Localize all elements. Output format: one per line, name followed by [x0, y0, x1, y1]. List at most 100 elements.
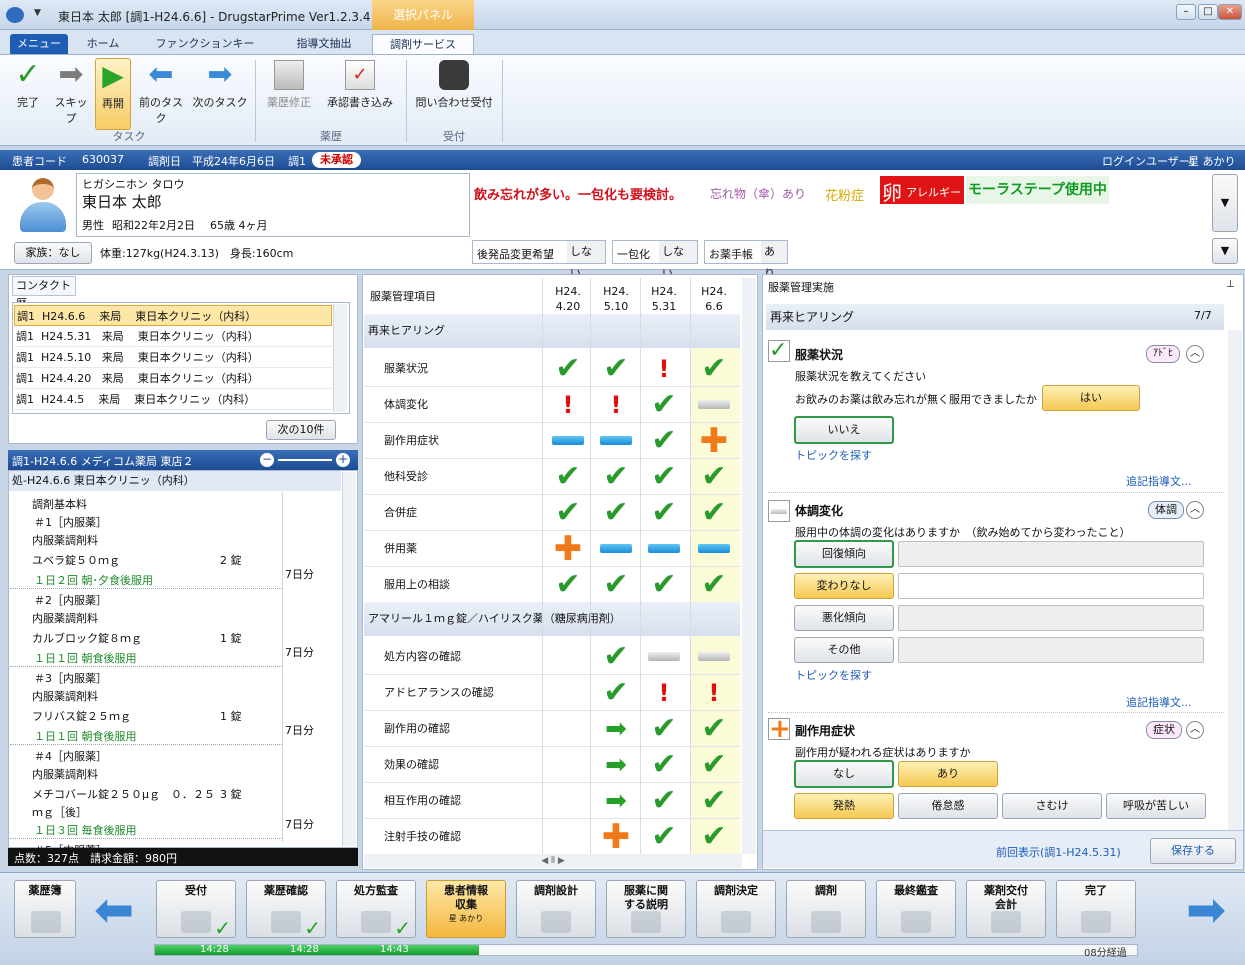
grid-cell[interactable]: ✚ — [594, 820, 638, 854]
more-guidance-link[interactable]: 追記指導文... — [1126, 694, 1192, 710]
resume-button[interactable]: ▶ 再開 — [95, 58, 131, 130]
contact-tab[interactable]: コンタクト歴 — [12, 276, 76, 310]
task-step-button[interactable]: 最終鑑査 — [876, 880, 956, 938]
flags-expand-button[interactable]: ▼ — [1212, 238, 1238, 264]
grid-cell[interactable]: ✚ — [692, 424, 736, 458]
task-step-button[interactable]: 薬剤交付 会計 — [966, 880, 1046, 938]
alerts-expand-button[interactable]: ▼ — [1212, 174, 1238, 232]
q3-none-button[interactable]: なし — [794, 760, 894, 788]
previous-display-link[interactable]: 前回表示(調1-H24.5.31) — [996, 844, 1121, 860]
q2-collapse-icon[interactable]: ︿ — [1186, 501, 1204, 519]
grid-cell[interactable]: ✔ — [594, 568, 638, 602]
grid-cell[interactable]: ✔ — [642, 568, 686, 602]
grid-cell[interactable] — [642, 640, 686, 674]
quick-access-icon[interactable]: ▼ — [34, 8, 41, 18]
topic-link[interactable]: トピックを探す — [795, 667, 872, 683]
grid-cell[interactable] — [546, 712, 590, 746]
list-item[interactable]: 調1 H24.5.31 来局 東日本クリニッ（内科） — [14, 326, 332, 347]
tab-home[interactable]: ホーム — [74, 34, 132, 54]
history-book-button[interactable]: 薬歴簿 — [14, 880, 76, 938]
q2-input[interactable] — [898, 573, 1204, 599]
grid-cell[interactable]: ✔ — [546, 496, 590, 530]
minimize-icon[interactable]: – — [1176, 4, 1196, 20]
grid-cell[interactable]: ✔ — [642, 712, 686, 746]
grid-cell[interactable]: ✔ — [642, 460, 686, 494]
next-task-button[interactable]: ➡ 次のタスク — [192, 58, 248, 128]
grid-cell[interactable]: ! — [642, 352, 686, 386]
grid-cell[interactable]: ! — [546, 388, 590, 422]
grid-cell[interactable] — [546, 640, 590, 674]
zoom-plus-icon[interactable]: + — [336, 453, 350, 467]
next-10-button[interactable]: 次の10件 — [266, 420, 336, 440]
symptom-button[interactable]: さむけ — [1002, 793, 1102, 819]
q2-input[interactable] — [898, 605, 1204, 631]
zoom-minus-icon[interactable]: − — [260, 453, 274, 467]
grid-cell[interactable]: ✔ — [642, 784, 686, 818]
grid-cell[interactable]: ✔ — [642, 748, 686, 782]
grid-cell[interactable] — [546, 424, 590, 458]
rx-scrollbar[interactable] — [342, 472, 356, 846]
q2-input[interactable] — [898, 637, 1204, 663]
q3-collapse-icon[interactable]: ︿ — [1186, 721, 1204, 739]
grid-cell[interactable]: ✔ — [692, 784, 736, 818]
grid-cell[interactable]: ✔ — [546, 460, 590, 494]
grid-cell[interactable]: ➡ — [594, 748, 638, 782]
grid-cell[interactable]: ! — [594, 388, 638, 422]
task-step-button[interactable]: 服薬に関 する説明 — [606, 880, 686, 938]
grid-cell[interactable]: ✔ — [692, 460, 736, 494]
grid-cell[interactable]: ➡ — [594, 784, 638, 818]
grid-cell[interactable] — [546, 820, 590, 854]
history-fix-button[interactable]: 薬歴修正 — [260, 58, 318, 128]
task-step-button[interactable]: 調剤設計 — [516, 880, 596, 938]
grid-cell[interactable] — [546, 748, 590, 782]
zoom-slider[interactable] — [278, 459, 332, 461]
grid-cell[interactable]: ✔ — [546, 568, 590, 602]
grid-cell[interactable] — [692, 388, 736, 422]
q2-option[interactable]: その他 — [794, 637, 894, 663]
prev-task-button[interactable]: ⬅ 前のタスク — [134, 58, 188, 128]
grid-cell[interactable]: ✔ — [594, 640, 638, 674]
list-item[interactable]: 調1 H24.6.6 来局 東日本クリニッ（内科） — [14, 305, 332, 326]
tab-dispensing[interactable]: 調剤サービス — [372, 34, 474, 54]
grid-cell[interactable]: ✔ — [594, 352, 638, 386]
q2-option[interactable]: 変わりなし — [794, 573, 894, 599]
more-guidance-link[interactable]: 追記指導文... — [1126, 473, 1192, 489]
topic-link[interactable]: トピックを探す — [795, 447, 872, 463]
task-step-button[interactable]: 調剤決定 — [696, 880, 776, 938]
family-button[interactable]: 家族：なし — [14, 242, 92, 264]
grid-cell[interactable] — [594, 424, 638, 458]
inquiry-receive-button[interactable]: 問い合わせ受付 — [410, 58, 498, 128]
q2-input[interactable] — [898, 541, 1204, 567]
list-item[interactable]: 調1 H24.5.10 来局 東日本クリニッ（内科） — [14, 347, 332, 368]
grid-cell[interactable]: ✔ — [594, 460, 638, 494]
grid-cell[interactable]: ✔ — [642, 820, 686, 854]
grid-cell[interactable]: ✚ — [546, 532, 590, 566]
grid-cell[interactable] — [692, 640, 736, 674]
skip-button[interactable]: ➡ スキップ — [50, 58, 92, 128]
contact-scrollbar[interactable] — [333, 304, 347, 412]
grid-cell[interactable] — [546, 784, 590, 818]
grid-cell[interactable]: ✔ — [642, 388, 686, 422]
task-next-arrow-icon[interactable]: ➡ — [1186, 886, 1226, 934]
grid-cell[interactable]: ✔ — [642, 496, 686, 530]
grid-cell[interactable] — [692, 532, 736, 566]
task-step-button[interactable]: 患者情報 収集星 あかり — [426, 880, 506, 938]
grid-cell[interactable]: ! — [642, 676, 686, 710]
task-step-button[interactable]: 受付 ✓ — [156, 880, 236, 938]
symptom-button[interactable]: 呼吸が苦しい — [1106, 793, 1206, 819]
grid-cell[interactable]: ! — [692, 676, 736, 710]
grid-cell[interactable] — [642, 532, 686, 566]
close-icon[interactable]: ✕ — [1218, 4, 1242, 20]
grid-cell[interactable] — [546, 676, 590, 710]
grid-cell[interactable]: ✔ — [546, 352, 590, 386]
grid-hscrollbar[interactable]: ◀ ⦀ ▶ — [364, 854, 742, 868]
no-button[interactable]: いいえ — [794, 416, 894, 444]
grid-cell[interactable]: ✔ — [594, 496, 638, 530]
grid-cell[interactable]: ✔ — [692, 820, 736, 854]
yes-button[interactable]: はい — [1042, 385, 1140, 411]
grid-cell[interactable]: ✔ — [692, 568, 736, 602]
q2-option[interactable]: 悪化傾向 — [794, 605, 894, 631]
symptom-button[interactable]: 発熱 — [794, 793, 894, 819]
selection-panel-tab[interactable]: 選択パネル — [372, 0, 474, 30]
list-item[interactable]: 調1 H24.4.20 来局 東日本クリニッ（内科） — [14, 368, 332, 389]
